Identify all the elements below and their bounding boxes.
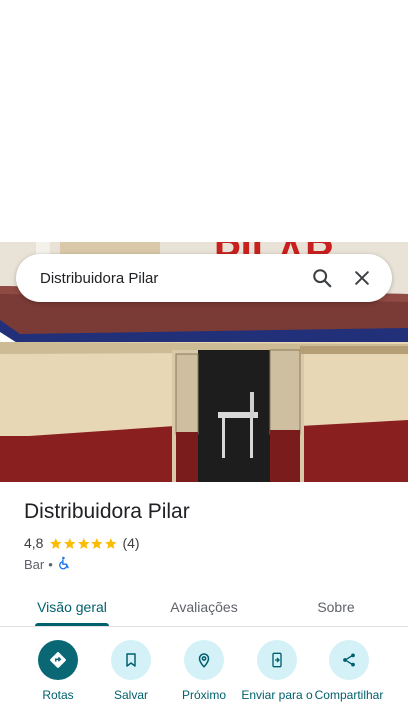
rating-stars (49, 537, 117, 550)
star-icon (64, 537, 76, 549)
star-icon (77, 537, 90, 549)
tab-bar: Visão geral Avaliações Sobre (0, 587, 408, 627)
rating-row[interactable]: 4,8 (4) (24, 535, 140, 551)
rating-value: 4,8 (24, 535, 44, 551)
place-name: Distribuidora Pilar (24, 500, 190, 523)
tab-overview[interactable]: Visão geral (22, 587, 122, 627)
category-row: Bar • (24, 556, 71, 572)
save-button[interactable]: Salvar (94, 640, 168, 703)
action-row: Rotas Salvar Próximo Enviar para o Compa… (0, 640, 408, 724)
send-to-phone-button[interactable]: Enviar para o (240, 640, 314, 703)
nearby-button[interactable]: Próximo (167, 640, 241, 703)
category-label: Bar (24, 556, 45, 572)
save-label: Salvar (113, 688, 148, 702)
send-to-phone-label: Enviar para o (241, 688, 313, 702)
search-bar[interactable]: Distribuidora Pilar (16, 254, 392, 302)
directions-label: Rotas (42, 688, 74, 702)
bookmark-icon (111, 640, 151, 680)
star-icon (91, 537, 103, 549)
star-icon (104, 537, 117, 549)
separator: • (48, 556, 53, 572)
close-icon[interactable] (342, 258, 382, 298)
search-icon[interactable] (302, 258, 342, 298)
send-to-phone-icon (257, 640, 297, 680)
tab-about[interactable]: Sobre (286, 587, 386, 627)
share-icon (329, 640, 369, 680)
tab-reviews[interactable]: Avaliações (154, 587, 254, 627)
directions-button[interactable]: Rotas (21, 640, 95, 703)
wheelchair-icon (57, 556, 71, 573)
share-label: Compartilhar (314, 688, 384, 702)
nearby-label: Próximo (181, 688, 226, 702)
search-input[interactable]: Distribuidora Pilar (40, 270, 302, 287)
review-count[interactable]: (4) (122, 535, 139, 551)
nearby-icon (184, 640, 224, 680)
star-icon (50, 537, 62, 549)
directions-icon (38, 640, 78, 680)
active-tab-indicator (35, 623, 109, 626)
share-button[interactable]: Compartilhar (312, 640, 386, 703)
